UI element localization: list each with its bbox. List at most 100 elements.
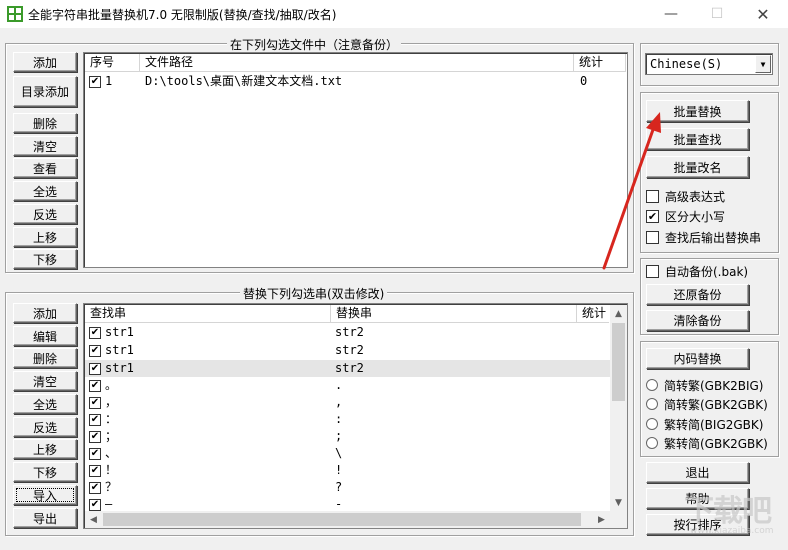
string-row[interactable]: ✔ ， , — [85, 394, 611, 411]
string-row-checkbox[interactable]: ✔ — [89, 499, 101, 511]
language-select[interactable]: Chinese(S) ▼ — [645, 53, 773, 75]
match-case-checkbox[interactable]: ✔ 区分大小写 — [646, 207, 725, 225]
auto-backup-label: 自动备份(.bak) — [665, 264, 749, 279]
string-row[interactable]: ✔ ！ ! — [85, 462, 611, 479]
radio-circle[interactable] — [646, 418, 658, 430]
file-list[interactable]: 序号 文件路径 统计 ✔ 1 D:\tools\桌面\新建文本文档.txt 0 — [83, 52, 628, 268]
string-row[interactable]: ✔ 。 . — [85, 377, 611, 394]
string-row-find: ； — [105, 429, 118, 443]
file-view-button[interactable]: 查看 — [13, 158, 77, 178]
str-add-button[interactable]: 添加 — [13, 303, 77, 323]
string-row-checkbox[interactable]: ✔ — [89, 414, 101, 426]
radio-gbk2gbk-simp[interactable]: 繁转简(GBK2GBK) — [646, 434, 768, 452]
hscroll-thumb[interactable] — [103, 513, 581, 526]
string-row-checkbox[interactable]: ✔ — [89, 397, 101, 409]
output-after-find-checkbox[interactable]: 查找后输出替换串 — [646, 228, 761, 246]
str-move-down-button[interactable]: 下移 — [13, 462, 77, 482]
vscroll-thumb[interactable] — [612, 323, 625, 401]
clear-backup-button[interactable]: 清除备份 — [646, 310, 749, 331]
string-row-find: ？ — [105, 480, 118, 494]
checkbox-box[interactable] — [646, 264, 659, 278]
radio-big2gbk[interactable]: 繁转简(BIG2GBK) — [646, 415, 763, 433]
file-move-down-button[interactable]: 下移 — [13, 249, 77, 269]
radio-gbk2gbk-simp-label: 繁转简(GBK2GBK) — [664, 436, 768, 451]
string-row[interactable]: ✔ str1 str2 — [85, 360, 611, 377]
batch-find-button[interactable]: 批量查找 — [646, 128, 749, 150]
string-row-checkbox[interactable]: ✔ — [89, 345, 101, 357]
radio-circle[interactable] — [646, 398, 658, 410]
string-row-replace: , — [335, 395, 343, 409]
col-file-path[interactable]: 文件路径 — [140, 54, 574, 72]
string-row[interactable]: ✔ str1 str2 — [85, 324, 611, 341]
string-row-checkbox[interactable]: ✔ — [89, 431, 101, 443]
chevron-down-icon[interactable]: ▼ — [755, 55, 771, 73]
string-row-checkbox[interactable]: ✔ — [89, 482, 101, 494]
file-add-button[interactable]: 添加 — [13, 52, 77, 72]
col-replace[interactable]: 替换串 — [331, 305, 577, 323]
language-select-value: Chinese(S) — [650, 57, 723, 71]
radio-gbk2gbk-trad-label: 简转繁(GBK2GBK) — [664, 397, 768, 412]
radio-circle[interactable] — [646, 437, 658, 449]
str-export-button[interactable]: 导出 — [13, 508, 77, 528]
radio-gbk2big[interactable]: 简转繁(GBK2BIG) — [646, 376, 763, 394]
scroll-left-icon[interactable]: ◀ — [85, 511, 102, 528]
scroll-up-icon[interactable]: ▲ — [610, 305, 627, 322]
string-row-find: str1 — [105, 343, 134, 357]
file-delete-button[interactable]: 删除 — [13, 113, 77, 133]
str-import-button[interactable]: 导入 — [13, 485, 77, 505]
watermark-text: 下载吧 — [684, 494, 772, 529]
str-move-up-button[interactable]: 上移 — [13, 439, 77, 459]
string-row[interactable]: ✔ ： : — [85, 411, 611, 428]
string-list-hscrollbar[interactable]: ◀ ▶ — [85, 511, 610, 528]
file-clear-button[interactable]: 清空 — [13, 136, 77, 156]
checkbox-box[interactable] — [646, 189, 659, 203]
file-row-path: D:\tools\桌面\新建文本文档.txt — [145, 74, 343, 88]
radio-circle[interactable] — [646, 379, 658, 391]
string-list-header: 查找串 替换串 统计 — [85, 305, 617, 323]
string-row[interactable]: ✔ ？ ? — [85, 479, 611, 496]
string-row-find: str1 — [105, 325, 134, 339]
str-invert-button[interactable]: 反选 — [13, 417, 77, 437]
string-row-checkbox[interactable]: ✔ — [89, 363, 101, 375]
code-replace-button[interactable]: 内码替换 — [646, 348, 749, 369]
col-find[interactable]: 查找串 — [85, 305, 331, 323]
scroll-down-icon[interactable]: ▼ — [610, 494, 627, 511]
file-invert-button[interactable]: 反选 — [13, 204, 77, 224]
regex-checkbox[interactable]: 高级表达式 — [646, 187, 725, 205]
window-title: 全能字符串批量替换机7.0 无限制版(替换/查找/抽取/改名) — [28, 8, 337, 22]
string-row[interactable]: ✔ 、 \ — [85, 445, 611, 462]
str-clear-button[interactable]: 清空 — [13, 371, 77, 391]
close-button[interactable]: ✕ — [740, 0, 786, 28]
string-row-checkbox[interactable]: ✔ — [89, 327, 101, 339]
radio-gbk2gbk-trad[interactable]: 简转繁(GBK2GBK) — [646, 395, 768, 413]
minimize-button[interactable]: — — [648, 0, 694, 28]
batch-rename-button[interactable]: 批量改名 — [646, 156, 749, 178]
maximize-button[interactable]: ☐ — [694, 0, 740, 28]
string-row-checkbox[interactable]: ✔ — [89, 448, 101, 460]
file-list-header: 序号 文件路径 统计 — [85, 54, 626, 72]
str-edit-button[interactable]: 编辑 — [13, 326, 77, 346]
file-select-all-button[interactable]: 全选 — [13, 181, 77, 201]
checkbox-box[interactable] — [646, 230, 659, 244]
scroll-right-icon[interactable]: ▶ — [593, 511, 610, 528]
string-list[interactable]: 查找串 替换串 统计 ✔ str1 str2 ✔ str1 str2 ✔ str… — [83, 303, 628, 529]
string-row-checkbox[interactable]: ✔ — [89, 380, 101, 392]
str-select-all-button[interactable]: 全选 — [13, 394, 77, 414]
file-add-folder-button[interactable]: 目录添加 — [13, 76, 77, 107]
string-row-checkbox[interactable]: ✔ — [89, 465, 101, 477]
string-row[interactable]: ✔ str1 str2 — [85, 342, 611, 359]
file-row-checkbox[interactable]: ✔ — [89, 76, 101, 88]
string-list-vscrollbar[interactable]: ▲ ▼ — [610, 305, 627, 511]
batch-replace-button[interactable]: 批量替换 — [646, 100, 749, 122]
string-row[interactable]: ✔ ； ; — [85, 428, 611, 445]
string-row-replace: ? — [335, 480, 343, 494]
file-move-up-button[interactable]: 上移 — [13, 227, 77, 247]
auto-backup-checkbox[interactable]: 自动备份(.bak) — [646, 262, 748, 280]
file-row[interactable]: ✔ 1 D:\tools\桌面\新建文本文档.txt 0 — [85, 73, 626, 90]
col-index[interactable]: 序号 — [85, 54, 140, 72]
restore-backup-button[interactable]: 还原备份 — [646, 284, 749, 305]
exit-button[interactable]: 退出 — [646, 462, 749, 483]
str-delete-button[interactable]: 删除 — [13, 348, 77, 368]
col-file-count[interactable]: 统计 — [574, 54, 626, 72]
checkbox-box[interactable]: ✔ — [646, 209, 659, 223]
